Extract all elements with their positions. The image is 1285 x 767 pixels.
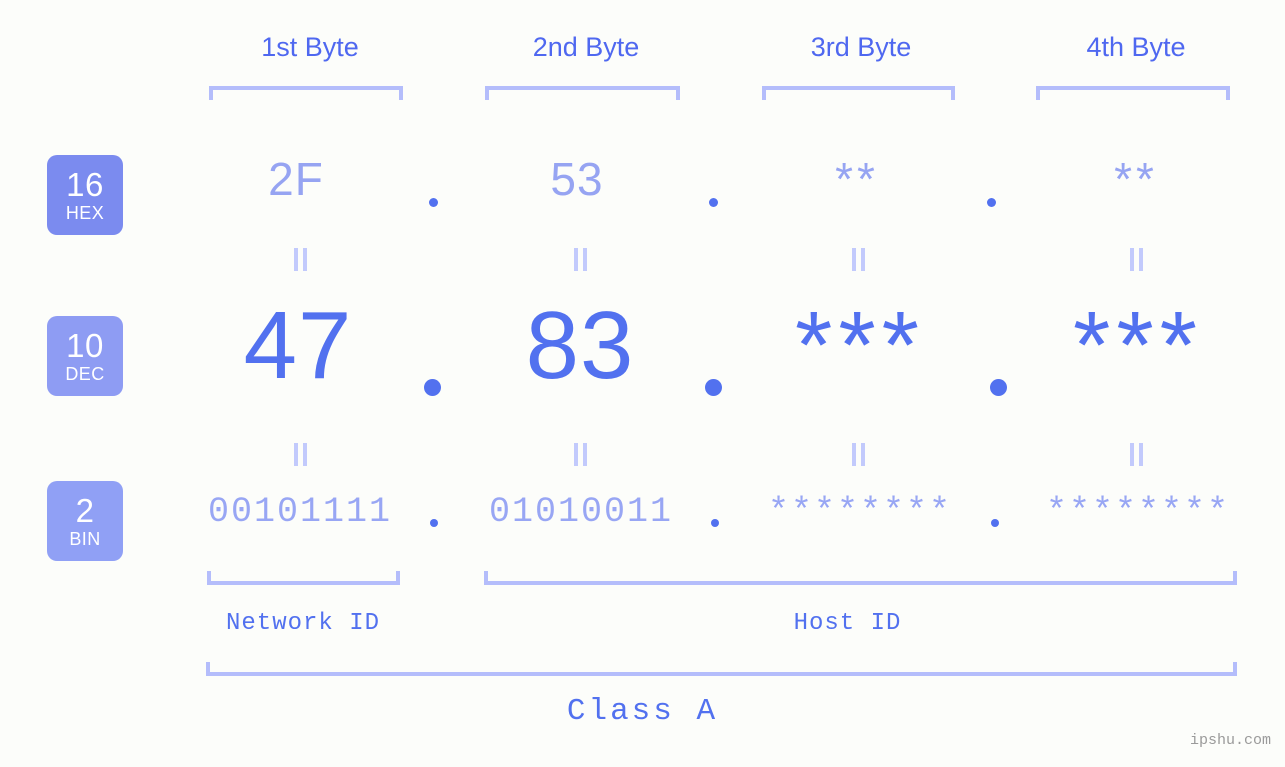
dec-separator-dot-1 (424, 379, 441, 396)
equivalence-marker-dec-bin-1 (294, 443, 307, 466)
bin-separator-dot-3 (991, 519, 999, 527)
equivalence-marker-hex-dec-4 (1130, 248, 1143, 271)
dec-value-byte-1: 47 (243, 292, 353, 399)
base-badge-dec: 10 DEC (47, 316, 123, 396)
base-badge-bin-number: 2 (75, 491, 95, 529)
bin-separator-dot-2 (711, 519, 719, 527)
hex-value-byte-2: 53 (550, 153, 604, 205)
equivalence-marker-hex-dec-1 (294, 248, 307, 271)
dec-separator-dot-2 (705, 379, 722, 396)
byte-bracket-1 (209, 86, 403, 100)
equivalence-marker-hex-dec-3 (852, 248, 865, 271)
base-badge-bin: 2 BIN (47, 481, 123, 561)
network-id-label: Network ID (225, 610, 381, 637)
equivalence-marker-dec-bin-4 (1130, 443, 1143, 466)
hex-separator-dot-3 (987, 198, 996, 207)
network-id-bracket (207, 571, 400, 585)
dec-value-byte-2: 83 (525, 292, 635, 399)
class-bracket (206, 662, 1237, 676)
hex-value-byte-4: ** (1114, 153, 1158, 205)
dec-separator-dot-3 (990, 379, 1007, 396)
ip-address-breakdown-diagram: 1st Byte 2nd Byte 3rd Byte 4th Byte 16 H… (0, 0, 1285, 767)
base-badge-hex-name: HEX (65, 203, 105, 224)
hex-separator-dot-2 (709, 198, 718, 207)
base-badge-bin-name: BIN (69, 529, 101, 550)
base-badge-hex-number: 16 (66, 165, 104, 203)
byte-header-4: 4th Byte (1086, 32, 1186, 62)
bin-separator-dot-1 (430, 519, 438, 527)
bin-value-byte-3: ******** (767, 492, 953, 532)
base-badge-dec-name: DEC (65, 364, 105, 385)
hex-separator-dot-1 (429, 198, 438, 207)
hex-value-byte-1: 2F (268, 153, 324, 205)
equivalence-marker-hex-dec-2 (574, 248, 587, 271)
host-id-label: Host ID (793, 610, 902, 637)
dec-value-byte-4: *** (1072, 292, 1204, 399)
bin-value-byte-1: 00101111 (207, 492, 393, 532)
byte-bracket-2 (485, 86, 680, 100)
class-label: Class A (566, 694, 719, 729)
equivalence-marker-dec-bin-3 (852, 443, 865, 466)
byte-bracket-4 (1036, 86, 1230, 100)
byte-header-2: 2nd Byte (532, 32, 640, 62)
host-id-bracket (484, 571, 1237, 585)
bin-value-byte-4: ******** (1045, 492, 1231, 532)
byte-header-3: 3rd Byte (810, 32, 912, 62)
base-badge-hex: 16 HEX (47, 155, 123, 235)
site-watermark: ipshu.com (1189, 732, 1271, 749)
dec-value-byte-3: *** (794, 292, 926, 399)
equivalence-marker-dec-bin-2 (574, 443, 587, 466)
bin-value-byte-2: 01010011 (488, 492, 674, 532)
base-badge-dec-number: 10 (66, 326, 104, 364)
byte-header-1: 1st Byte (261, 32, 359, 62)
hex-value-byte-3: ** (835, 153, 879, 205)
byte-bracket-3 (762, 86, 955, 100)
